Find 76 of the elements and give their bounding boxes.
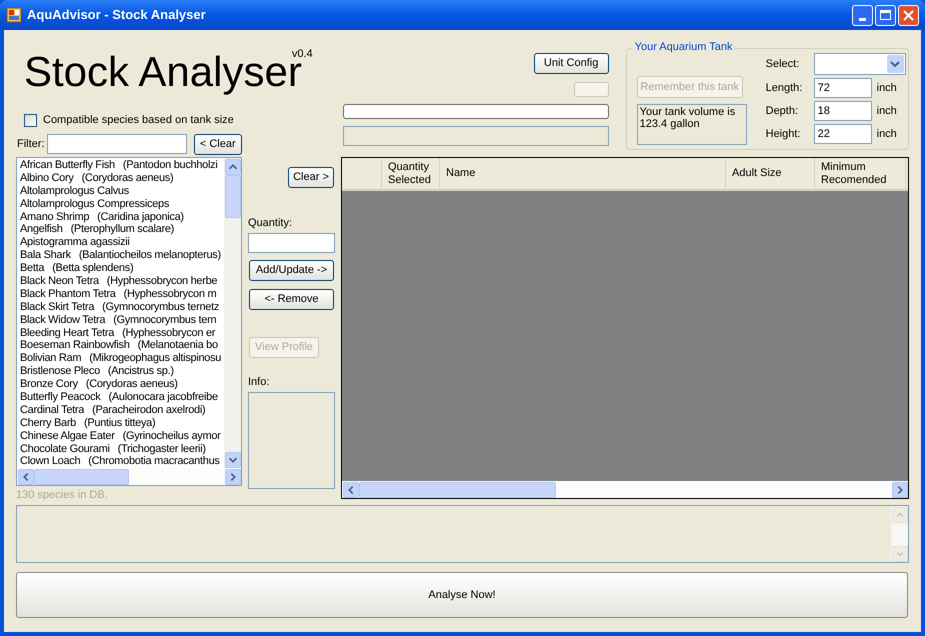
unit-config-button[interactable]: Unit Config xyxy=(534,53,609,74)
scroll-thumb[interactable] xyxy=(358,482,556,498)
scroll-right-icon[interactable] xyxy=(892,482,908,498)
filter-field[interactable] xyxy=(46,134,186,154)
dimension-field[interactable]: 72 xyxy=(814,78,872,98)
column-header[interactable]: Quantity Selected xyxy=(382,158,440,189)
close-icon[interactable] xyxy=(903,10,914,20)
species-item[interactable]: Bala Shark (Balantiocheilos melanopterus) xyxy=(20,249,224,262)
tank-select[interactable] xyxy=(814,53,906,75)
scroll-thumb[interactable] xyxy=(34,468,128,484)
species-item[interactable]: Black Neon Tetra (Hyphessobrycon herbe xyxy=(20,275,224,288)
quantity-field[interactable] xyxy=(248,232,335,252)
scroll-up-icon[interactable] xyxy=(224,158,240,174)
dimension-label: Height: xyxy=(766,126,802,142)
version-label: v0.4 xyxy=(292,47,313,60)
species-item[interactable]: Black Widow Tetra (Gymnocorymbus tern xyxy=(20,314,224,327)
species-item[interactable]: African Butterfly Fish (Pantodon buchholzi xyxy=(20,159,224,172)
column-header[interactable]: Name xyxy=(440,158,726,189)
close-button[interactable] xyxy=(898,4,919,26)
species-item[interactable]: Chinese Algae Eater (Gyrinocheilus aymor xyxy=(20,430,224,443)
species-item[interactable]: Cherry Barb (Puntius titteya) xyxy=(20,416,224,430)
species-item[interactable]: Altolamprologus Compressiceps xyxy=(20,198,224,211)
clear-filter-button[interactable]: < Clear xyxy=(194,134,242,154)
species-item[interactable]: Black Skirt Tetra (Gymnocorymbus ternetz xyxy=(20,300,224,314)
species-item[interactable]: Betta (Betta splendens) xyxy=(20,262,224,276)
app-icon xyxy=(6,7,22,23)
filter-label: Filter: xyxy=(17,136,44,152)
species-count: 130 species in DB. xyxy=(16,488,109,503)
species-item[interactable]: Altolamprologus Calvus xyxy=(20,184,224,198)
maximize-button[interactable] xyxy=(875,4,896,26)
species-item[interactable]: Amano Shrimp (Caridina japonica) xyxy=(20,210,224,224)
dimension-label: Depth: xyxy=(766,104,800,119)
column-header[interactable]: Adult Size xyxy=(726,158,815,189)
quantity-label: Quantity: xyxy=(248,216,294,231)
horizontal-scrollbar[interactable] xyxy=(342,481,908,498)
column-header[interactable]: Minimum Recomended xyxy=(815,158,906,189)
species-item[interactable]: Clown Loach (Chromobotia macracanthus xyxy=(20,455,224,468)
checkbox-label: Compatible species based on tank size xyxy=(43,112,234,128)
species-item[interactable]: Bleeding Heart Tetra (Hyphessobrycon er xyxy=(20,326,224,340)
dimension-field[interactable]: 22 xyxy=(814,124,872,144)
vertical-scrollbar[interactable] xyxy=(224,158,241,468)
scroll-left-icon[interactable] xyxy=(18,468,34,484)
window-title: AquAdvisor - Stock Analyser xyxy=(27,6,206,24)
select-label: Select: xyxy=(766,56,800,72)
unit-label: inch xyxy=(876,80,897,96)
dropdown-icon xyxy=(886,55,904,73)
scroll-left-icon[interactable] xyxy=(342,482,358,498)
dimension-field[interactable]: 18 xyxy=(814,101,872,121)
species-item[interactable]: Albino Cory (Corydoras aeneus) xyxy=(20,172,224,185)
scroll-down-icon[interactable] xyxy=(224,452,240,468)
species-item[interactable]: Cardinal Tetra (Paracheirodon axelrodi) xyxy=(20,404,224,417)
info-label: Info: xyxy=(248,374,270,390)
species-item[interactable]: Butterfly Peacock (Aulonocara jacobfreibe xyxy=(20,391,224,404)
scroll-thumb[interactable] xyxy=(224,174,240,218)
species-item[interactable]: Bolivian Ram (Mikrogeophagus altispinosu xyxy=(20,352,224,366)
horizontal-scrollbar[interactable] xyxy=(17,468,241,485)
species-item[interactable]: Bronze Cory (Corydoras aeneus) xyxy=(20,378,224,392)
species-item[interactable]: Angelfish (Pterophyllum scalare) xyxy=(20,223,224,236)
dimension-label: Length: xyxy=(766,80,804,96)
species-item[interactable]: Black Phantom Tetra (Hyphessobrycon m xyxy=(20,288,224,301)
remove-button[interactable]: <- Remove xyxy=(249,288,334,310)
add-update-button[interactable]: Add/Update -> xyxy=(249,260,334,280)
checkbox[interactable] xyxy=(24,114,37,126)
scroll-right-icon[interactable] xyxy=(224,468,240,484)
tank-volume-text: Your tank volume is 123.4 gallon xyxy=(636,104,747,145)
group-legend: Your Aquarium Tank xyxy=(632,41,734,54)
species-item[interactable]: Chocolate Gourami (Trichogaster leerii) xyxy=(20,442,224,456)
small-button[interactable] xyxy=(574,82,609,97)
species-item[interactable]: Apistogramma agassizii xyxy=(20,236,224,250)
clear-selection-button[interactable]: Clear > xyxy=(288,167,334,188)
species-item[interactable]: Bristlenose Pleco (Ancistrus sp.) xyxy=(20,365,224,378)
unit-label: inch xyxy=(876,104,897,119)
minimize-button[interactable] xyxy=(852,4,873,26)
analyse-now-button[interactable]: Analyse Now! xyxy=(16,572,908,618)
species-item[interactable]: Boeseman Rainbowfish (Melanotaenia bo xyxy=(20,339,224,352)
unit-label: inch xyxy=(876,126,897,142)
